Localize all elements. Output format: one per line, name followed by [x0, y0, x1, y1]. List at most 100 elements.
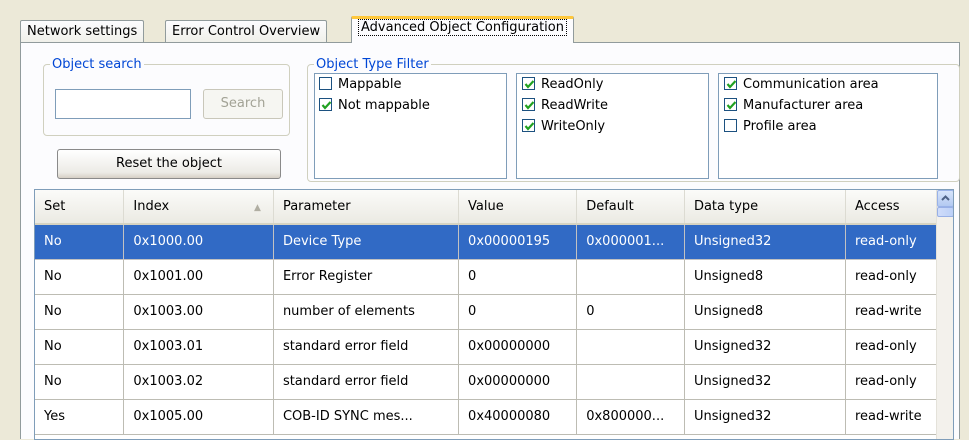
cell-value[interactable]: 0x00000000	[458, 364, 578, 400]
cell-index: 0x1003.01	[123, 329, 274, 365]
object-type-filter-legend: Object Type Filter	[316, 57, 429, 72]
cell-access: read-only	[845, 329, 938, 365]
filter-manufacturer-area[interactable]: Manufacturer area	[724, 98, 863, 118]
object-search-input[interactable]	[55, 89, 191, 119]
cell-data-type: Unsigned32	[684, 364, 846, 400]
cell-access: read-write	[845, 399, 938, 435]
profile-area-checkbox[interactable]	[724, 119, 737, 132]
table-row[interactable]: No 0x1003.01 standard error field 0x0000…	[35, 329, 938, 365]
cell-value[interactable]: 0x00000195	[458, 224, 578, 260]
cell-value[interactable]: 0	[458, 294, 578, 330]
cell-index: 0x1001.00	[123, 259, 274, 295]
readonly-checkbox[interactable]	[522, 77, 535, 90]
not-mappable-checkbox[interactable]	[319, 98, 332, 111]
tab-network-settings[interactable]: Network settings	[20, 20, 145, 42]
cell-default	[576, 329, 685, 365]
cell-data-type: Unsigned8	[684, 294, 846, 330]
table-row[interactable]: No 0x1003.00 number of elements 0 0 Unsi…	[35, 294, 938, 330]
readonly-label: ReadOnly	[541, 77, 604, 92]
cell-parameter: Device Type	[273, 224, 460, 260]
cell-default	[576, 364, 685, 400]
tab-advanced-object-configuration[interactable]: Advanced Object Configuration	[351, 16, 574, 43]
writeonly-label: WriteOnly	[541, 119, 606, 134]
filter-readwrite[interactable]: ReadWrite	[522, 98, 608, 118]
column-header-parameter[interactable]: Parameter	[273, 190, 460, 225]
cell-value[interactable]: 0x40000080	[458, 399, 578, 435]
communication-area-label: Communication area	[743, 77, 879, 92]
cell-default: 0x800000...	[576, 399, 685, 435]
cell-set: No	[35, 364, 125, 400]
cell-index: 0x1003.00	[123, 294, 274, 330]
tab-error-control-overview-label: Error Control Overview	[172, 24, 321, 39]
not-mappable-label: Not mappable	[338, 98, 430, 113]
table-row[interactable]: No 0x1003.02 standard error field 0x0000…	[35, 364, 938, 400]
cell-parameter: Error Register	[273, 259, 460, 295]
cell-default: 0	[576, 294, 685, 330]
column-header-set[interactable]: Set	[35, 190, 125, 225]
cell-default	[576, 259, 685, 295]
cell-access: read-only	[845, 224, 938, 260]
reset-object-button[interactable]: Reset the object	[57, 149, 281, 179]
object-search-legend: Object search	[52, 57, 142, 72]
cell-set: No	[35, 294, 125, 330]
cell-access: read-write	[845, 294, 938, 330]
communication-area-checkbox[interactable]	[724, 77, 737, 90]
column-header-default[interactable]: Default	[576, 190, 685, 225]
checkmark-icon	[726, 101, 737, 110]
object-table: Set Index ▲ Parameter Value Default Data …	[34, 189, 954, 440]
checkmark-icon	[726, 80, 737, 89]
cell-access: read-only	[845, 259, 938, 295]
table-row[interactable]: No 0x1000.00 Device Type 0x00000195 0x00…	[35, 224, 938, 260]
checkmark-icon	[524, 80, 535, 89]
manufacturer-area-checkbox[interactable]	[724, 98, 737, 111]
column-header-index-label: Index	[133, 199, 170, 214]
writeonly-checkbox[interactable]	[522, 119, 535, 132]
scroll-up-arrow-icon	[941, 195, 950, 201]
vertical-scrollbar[interactable]	[936, 190, 953, 439]
sort-ascending-icon: ▲	[254, 203, 261, 213]
cell-access: read-only	[845, 364, 938, 400]
cell-value[interactable]: 0x00000000	[458, 329, 578, 365]
cell-data-type: Unsigned32	[684, 399, 846, 435]
cell-parameter: COB-ID SYNC mes...	[273, 399, 460, 435]
profile-area-label: Profile area	[743, 119, 817, 134]
cell-set: No	[35, 329, 125, 365]
column-header-value[interactable]: Value	[458, 190, 578, 225]
filter-writeonly[interactable]: WriteOnly	[522, 119, 605, 139]
manufacturer-area-label: Manufacturer area	[743, 98, 864, 113]
readwrite-label: ReadWrite	[541, 98, 608, 113]
cell-parameter: standard error field	[273, 364, 460, 400]
tab-advanced-object-configuration-label: Advanced Object Configuration	[358, 19, 567, 36]
column-header-index[interactable]: Index ▲	[123, 190, 274, 225]
cell-parameter: standard error field	[273, 329, 460, 365]
tab-network-settings-label: Network settings	[27, 24, 138, 39]
cell-index: 0x1003.02	[123, 364, 274, 400]
filter-communication-area[interactable]: Communication area	[724, 77, 879, 97]
table-row[interactable]: No 0x1001.00 Error Register 0 Unsigned8 …	[35, 259, 938, 295]
cell-set: No	[35, 259, 125, 295]
filter-readonly[interactable]: ReadOnly	[522, 77, 603, 97]
tab-panel: Object search Search Reset the object Ob…	[20, 42, 960, 440]
table-row[interactable]: Yes 0x1005.00 COB-ID SYNC mes... 0x40000…	[35, 399, 938, 435]
readwrite-checkbox[interactable]	[522, 98, 535, 111]
mappable-label: Mappable	[338, 77, 402, 92]
tab-error-control-overview[interactable]: Error Control Overview	[165, 20, 328, 42]
cell-index: 0x1000.00	[123, 224, 274, 260]
cell-set: No	[35, 224, 125, 260]
filter-mappable[interactable]: Mappable	[319, 77, 402, 97]
cell-index: 0x1005.00	[123, 399, 274, 435]
filter-profile-area[interactable]: Profile area	[724, 119, 817, 139]
search-button[interactable]: Search	[203, 89, 283, 119]
checkmark-icon	[524, 101, 535, 110]
scroll-thumb[interactable]	[937, 207, 953, 217]
checkmark-icon	[321, 101, 332, 110]
filter-not-mappable[interactable]: Not mappable	[319, 98, 430, 118]
cell-set: Yes	[35, 399, 125, 435]
mappable-checkbox[interactable]	[319, 77, 332, 90]
checkmark-icon	[524, 122, 535, 131]
scroll-up-button[interactable]	[937, 190, 953, 207]
cell-value[interactable]: 0	[458, 259, 578, 295]
cell-data-type: Unsigned32	[684, 329, 846, 365]
column-header-data-type[interactable]: Data type	[684, 190, 846, 225]
column-header-access[interactable]: Access	[845, 190, 938, 225]
